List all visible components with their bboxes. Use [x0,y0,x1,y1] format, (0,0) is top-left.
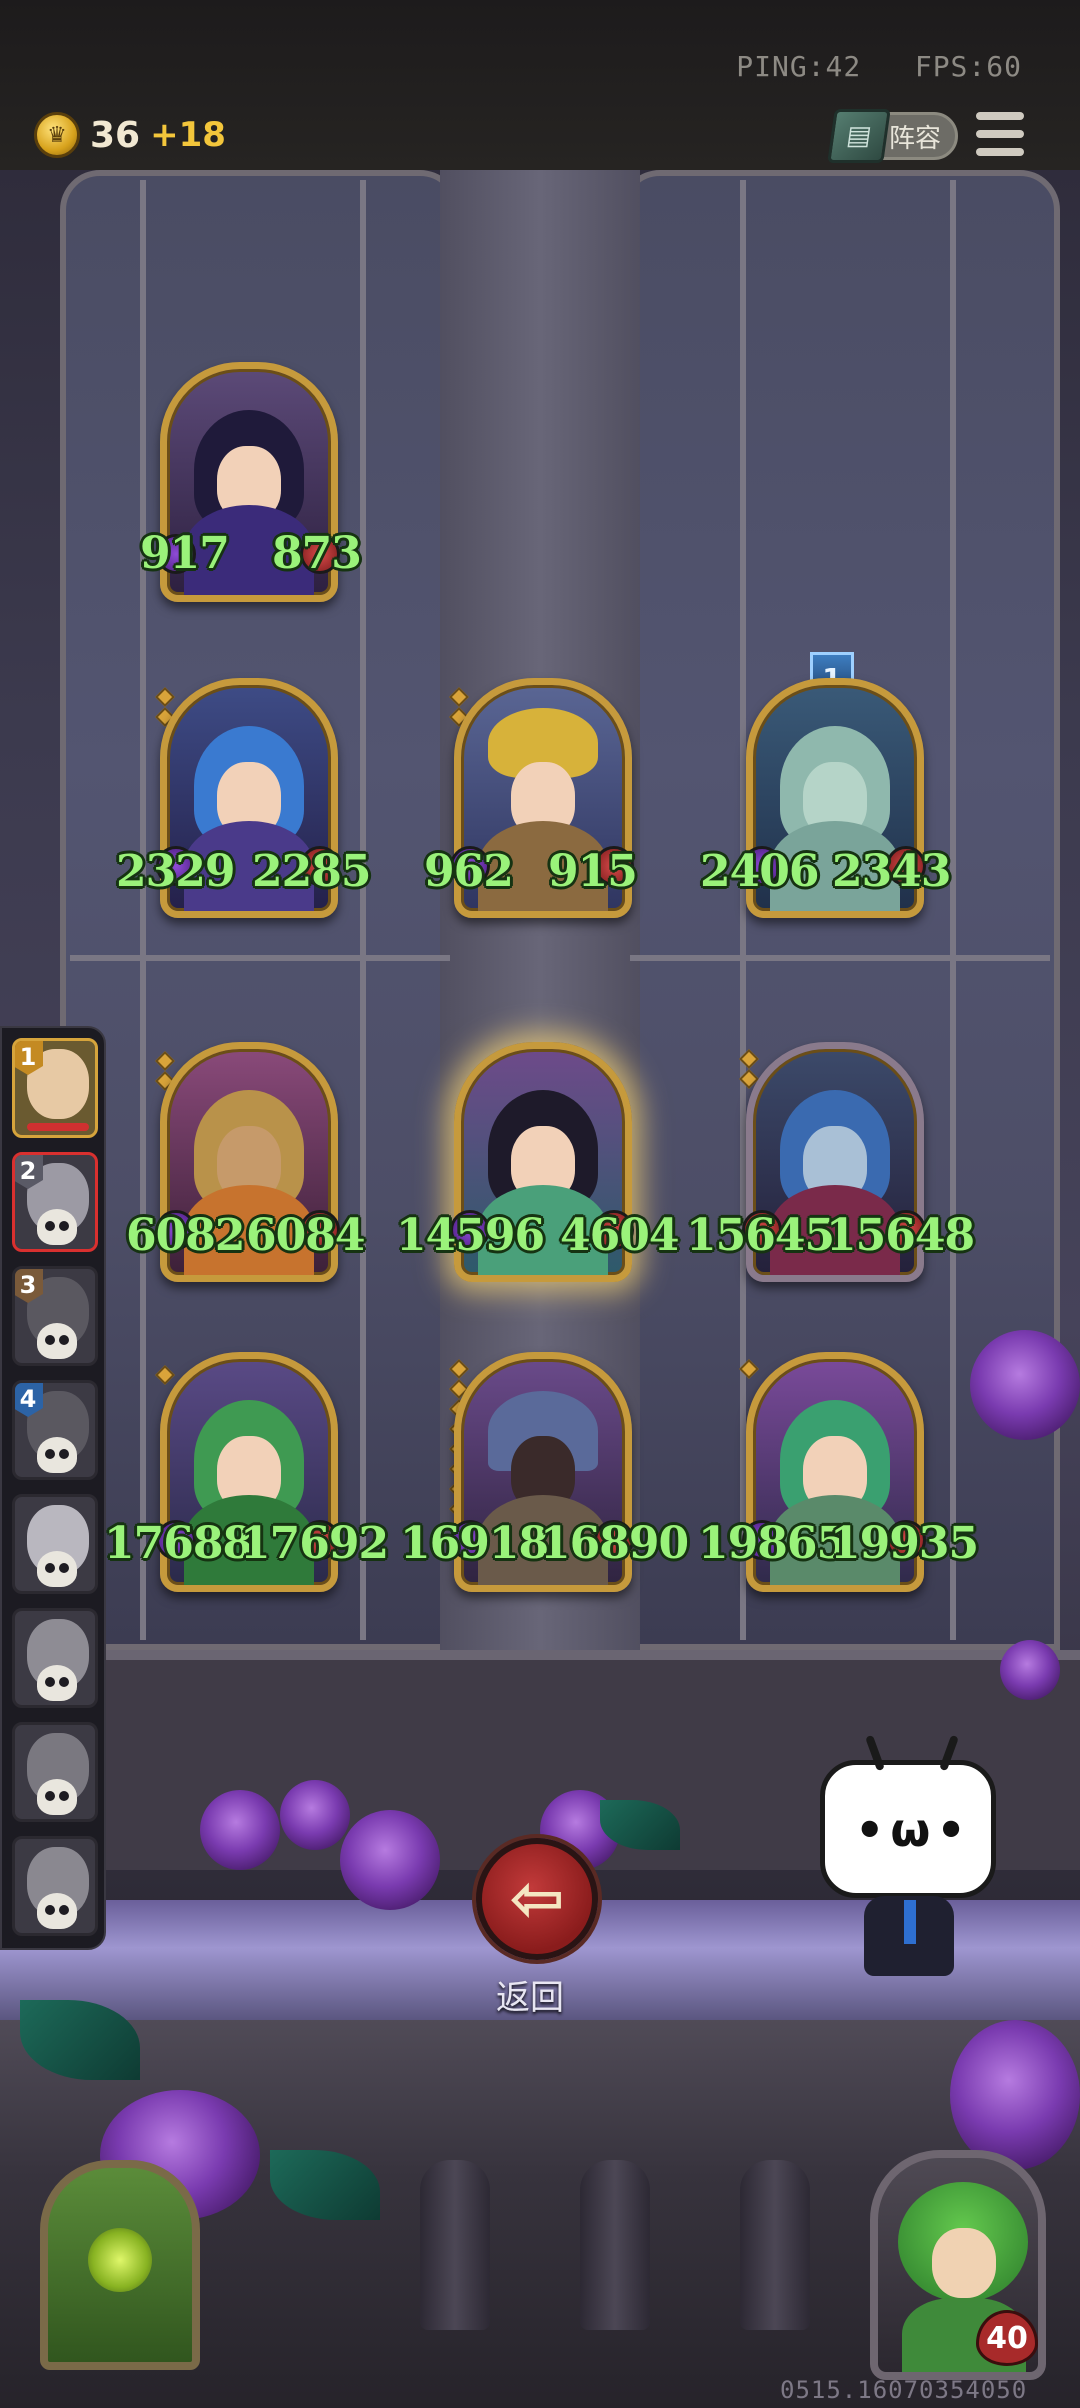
hero-attack: 962 [424,846,514,897]
player-slot-1[interactable]: 1 [12,1038,98,1138]
player-slot-8[interactable] [12,1836,98,1936]
window-mullion [140,180,146,1640]
hero-health: 6084 [246,1210,365,1261]
star-gems [155,1362,175,1388]
hero-health: 19935 [830,1518,979,1569]
opponent-sidebar: 1 2 3 4 [0,1026,106,1950]
hero-attack: 15645 [686,1210,835,1261]
player-slot-3[interactable]: 3 [12,1266,98,1366]
hero-health: 15648 [826,1210,975,1261]
skull-icon [37,1209,77,1245]
baluster [420,2160,490,2330]
build-id: 0515.16070354050 [780,2376,1028,2404]
hero-attack: 917 [140,528,230,579]
rose-decoration [970,1330,1080,1440]
window-mullion [950,180,956,1640]
skull-icon [37,1779,77,1815]
window-mullion [360,180,366,1640]
gold-income: +18 [150,115,226,155]
rose-decoration [280,1780,350,1850]
hero-health: 17692 [240,1518,389,1569]
gold-counter: ♛ 36 +18 [34,112,226,158]
tavern-door-icon[interactable] [40,2160,200,2370]
rose-decoration [200,1790,280,1870]
rose-decoration [950,2020,1080,2170]
skull-icon [37,1893,77,1929]
gold-amount: 36 [90,114,141,156]
crown-coin-icon: ♛ [34,112,80,158]
skull-icon [37,1323,77,1359]
player-slot-7[interactable] [12,1722,98,1822]
hero-attack: 16918 [400,1518,549,1569]
hero-attack: 2329 [116,846,235,897]
skull-icon [37,1665,77,1701]
skull-icon [37,1551,77,1587]
book-icon: ▤ [827,109,891,163]
player-slot-2[interactable]: 2 [12,1152,98,1252]
skull-icon [37,1437,77,1473]
hero-health: 16890 [540,1518,689,1569]
ping-readout: PING:42 [736,50,862,83]
hero-attack: 2406 [700,846,819,897]
hero-health: 2285 [252,846,371,897]
baluster [740,2160,810,2330]
hero-health: 2343 [832,846,951,897]
hero-attack: 17688 [104,1518,253,1569]
health-bar [27,1123,89,1131]
hamburger-menu-icon[interactable] [976,112,1024,156]
player-slot-4[interactable]: 4 [12,1380,98,1480]
hero-attack: 14596 [396,1210,545,1261]
lineup-label: 阵容 [888,123,941,154]
back-button[interactable]: ⇦ [476,1838,598,1960]
hero-health: 873 [272,528,362,579]
player-slot-6[interactable] [12,1608,98,1708]
baluster [580,2160,650,2330]
window-transom [630,955,1050,961]
hero-health: 4604 [560,1210,679,1261]
hero-health: 915 [548,846,638,897]
rose-decoration [1000,1640,1060,1700]
rose-decoration [340,1810,440,1910]
window-mullion [740,180,746,1640]
window-transom [70,955,450,961]
hero-attack: 19865 [698,1518,847,1569]
network-stats: PING:42 FPS:60 [736,50,1022,83]
back-label: 返回 [496,1978,564,2018]
lineup-button[interactable]: ▤ 阵容 [827,109,958,163]
eye-icon [88,2228,152,2292]
fps-readout: FPS:60 [914,50,1022,83]
hero-attack: 6082 [126,1210,245,1261]
bilibili-tv-mascot: •ω• [820,1734,1000,1980]
left-arrow-icon: ⇦ [509,1860,565,1937]
player-slot-5[interactable] [12,1494,98,1594]
star-gems [739,1356,759,1382]
